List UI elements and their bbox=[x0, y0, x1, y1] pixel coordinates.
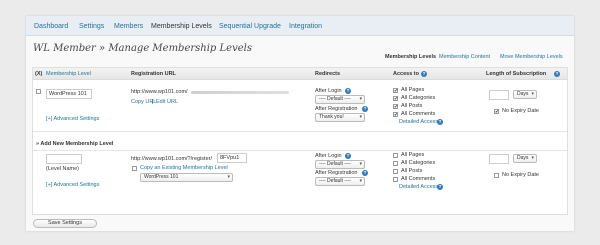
copy-existing-select[interactable]: WordPress 101 bbox=[140, 173, 233, 182]
after-registration-select[interactable]: ---- Default ---- bbox=[315, 177, 365, 186]
help-icon[interactable]: ? bbox=[362, 106, 368, 112]
nav-membership-levels[interactable]: Membership Levels bbox=[151, 23, 212, 30]
no-expiry-checkbox[interactable] bbox=[494, 173, 499, 178]
help-icon[interactable]: ? bbox=[345, 153, 351, 159]
access-checkbox[interactable]: ✔ bbox=[393, 96, 398, 101]
nav-sequential-upgrade[interactable]: Sequential Upgrade bbox=[219, 23, 281, 30]
after-login-select[interactable]: ---- Default ---- bbox=[315, 160, 365, 169]
help-icon[interactable]: ? bbox=[437, 184, 443, 190]
row-delete-checkbox[interactable] bbox=[36, 89, 41, 94]
redacted-url-part bbox=[191, 91, 289, 94]
header-delete: (X) bbox=[35, 71, 43, 77]
access-label: All Posts bbox=[401, 168, 423, 174]
access-label: All Categories bbox=[401, 160, 436, 166]
nav-dashboard[interactable]: Dashboard bbox=[34, 23, 68, 30]
detailed-access-link[interactable]: Detailed Access bbox=[399, 119, 438, 125]
access-label: All Categories bbox=[401, 95, 436, 101]
access-checkbox[interactable] bbox=[393, 169, 398, 174]
help-icon[interactable]: ? bbox=[437, 119, 443, 125]
access-checkbox[interactable]: ✔ bbox=[393, 112, 398, 117]
subnav-membership-content[interactable]: Membership Content bbox=[439, 54, 490, 60]
edit-url-link[interactable]: Edit URL bbox=[156, 99, 178, 105]
help-icon[interactable]: ? bbox=[345, 88, 351, 94]
access-checkbox[interactable]: ✔ bbox=[393, 104, 398, 109]
after-login-select[interactable]: ---- Default ---- bbox=[315, 95, 365, 104]
nav-members[interactable]: Members bbox=[114, 23, 143, 30]
advanced-settings-link[interactable]: [+] Advanced Settings bbox=[46, 116, 99, 122]
new-registration-url: http://www.wp101.com/?/register/ bbox=[131, 156, 213, 162]
detailed-access-link[interactable]: Detailed Access bbox=[399, 184, 438, 190]
access-checkbox[interactable]: ✔ bbox=[393, 88, 398, 93]
admin-window: Dashboard Settings Members Membership Le… bbox=[26, 16, 574, 231]
registration-code-input[interactable]: 8FVpu1 bbox=[217, 153, 247, 163]
copy-existing-checkbox[interactable] bbox=[132, 166, 137, 171]
subnav-membership-levels[interactable]: Membership Levels bbox=[385, 54, 436, 60]
subscription-length-input[interactable] bbox=[489, 90, 509, 100]
subscription-length-input[interactable] bbox=[489, 154, 509, 164]
no-expiry-checkbox[interactable]: ✔ bbox=[494, 109, 499, 114]
access-label: All Comments bbox=[401, 176, 436, 182]
subscription-unit-select[interactable]: Days bbox=[513, 90, 537, 99]
access-label: All Posts bbox=[401, 103, 423, 109]
nav-settings[interactable]: Settings bbox=[79, 23, 104, 30]
help-icon[interactable]: ? bbox=[421, 71, 427, 77]
copy-existing-label[interactable]: Copy an Existing Membership Level bbox=[140, 165, 228, 171]
advanced-settings-link[interactable]: [+] Advanced Settings bbox=[46, 182, 99, 188]
after-login-label: After Login bbox=[315, 153, 342, 159]
table-header: (X) Membership Level Registration URL Re… bbox=[33, 68, 567, 80]
help-icon[interactable]: ? bbox=[554, 71, 560, 77]
level-name-input[interactable]: WordPress 101 bbox=[46, 89, 92, 99]
no-expiry-label: No Expiry Date bbox=[502, 172, 539, 178]
access-label: All Pages bbox=[401, 87, 425, 93]
registration-url: http://www.wp101.com/ bbox=[131, 89, 188, 95]
access-checkbox[interactable] bbox=[393, 177, 398, 182]
level-name-hint: (Level Name) bbox=[46, 166, 80, 172]
access-checkbox[interactable] bbox=[393, 161, 398, 166]
header-membership-level[interactable]: Membership Level bbox=[46, 71, 91, 77]
nav-integration[interactable]: Integration bbox=[289, 23, 322, 30]
save-settings-button[interactable]: Save Settings bbox=[33, 219, 97, 228]
header-access: Access to bbox=[393, 71, 419, 77]
access-label: All Pages bbox=[401, 152, 425, 158]
levels-table: (X) Membership Level Registration URL Re… bbox=[32, 67, 568, 215]
page-title: WL Member » Manage Membership Levels bbox=[33, 43, 252, 54]
add-level-heading: » Add New Membership Level bbox=[36, 141, 114, 147]
access-checkbox[interactable] bbox=[393, 153, 398, 158]
access-label: All Comments bbox=[401, 111, 436, 117]
subscription-unit-select[interactable]: Days bbox=[513, 154, 537, 163]
row-divider bbox=[33, 131, 567, 132]
after-login-label: After Login bbox=[315, 88, 342, 94]
header-subscription-length: Length of Subscription bbox=[486, 71, 547, 77]
new-level-name-input[interactable] bbox=[46, 154, 82, 164]
no-expiry-label: No Expiry Date bbox=[502, 108, 539, 114]
header-redirects: Redirects bbox=[315, 71, 341, 77]
row-divider bbox=[33, 150, 567, 151]
admin-nav: Dashboard Settings Members Membership Le… bbox=[26, 16, 574, 36]
after-registration-label: After Registration bbox=[315, 170, 358, 176]
after-registration-label: After Registration bbox=[315, 106, 358, 112]
header-registration-url: Registration URL bbox=[131, 71, 176, 77]
subnav-move-membership-levels[interactable]: Move Membership Levels bbox=[500, 54, 563, 60]
link-separator: | bbox=[152, 99, 154, 105]
help-icon[interactable]: ? bbox=[362, 170, 368, 176]
after-registration-select[interactable]: Thank you! bbox=[315, 113, 365, 122]
